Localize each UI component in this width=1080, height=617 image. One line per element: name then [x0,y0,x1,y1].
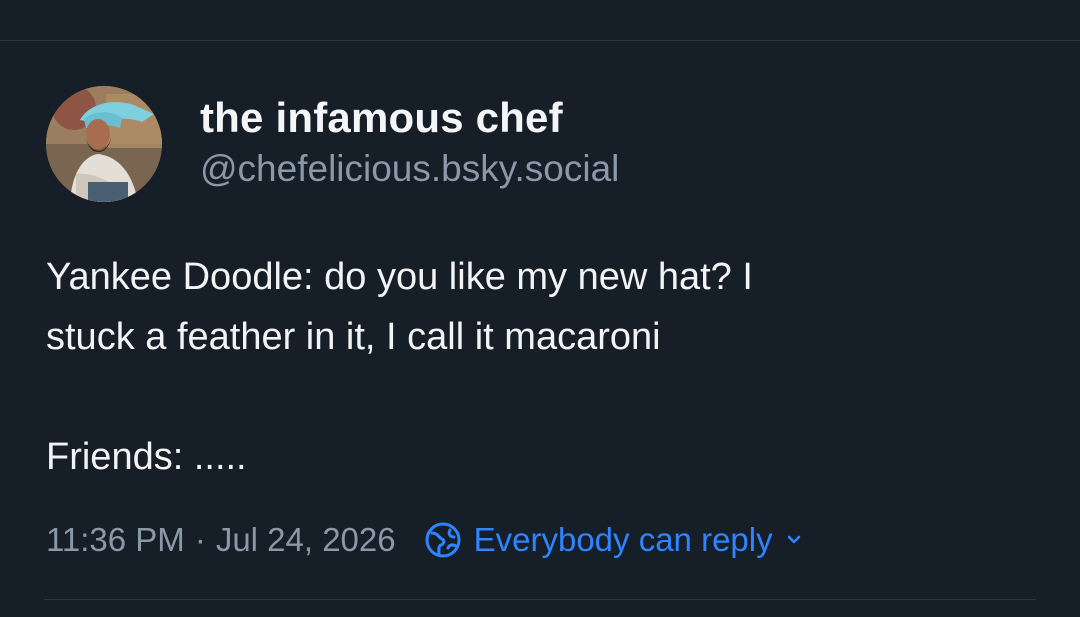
post-text-line: Friends: ..... [46,436,247,478]
author-display-name[interactable]: the infamous chef [200,95,619,140]
globe-icon [424,521,462,559]
author-names: the infamous chef @chefelicious.bsky.soc… [200,95,619,189]
avatar[interactable] [46,86,162,202]
post: the infamous chef @chefelicious.bsky.soc… [46,86,1036,559]
post-meta: 11:36 PM · Jul 24, 2026 Everybody can re… [46,521,1036,559]
chevron-down-icon [785,531,803,549]
post-text-blank-line [46,367,1036,427]
post-text: Yankee Doodle: do you like my new hat? I… [46,247,1036,487]
avatar-image [46,86,162,202]
top-divider [0,40,1080,41]
author-row: the infamous chef @chefelicious.bsky.soc… [46,86,1036,202]
bottom-divider [44,599,1036,600]
post-text-line: stuck a feather in it, I call it macaron… [46,316,661,358]
meta-separator: · [194,521,206,558]
reply-setting-button[interactable]: Everybody can reply [424,521,803,559]
post-time: 11:36 PM [46,521,185,558]
author-handle[interactable]: @chefelicious.bsky.social [200,149,619,189]
post-date: Jul 24, 2026 [215,521,396,558]
reply-setting-label: Everybody can reply [473,521,773,558]
post-text-line: Yankee Doodle: do you like my new hat? I [46,256,753,298]
